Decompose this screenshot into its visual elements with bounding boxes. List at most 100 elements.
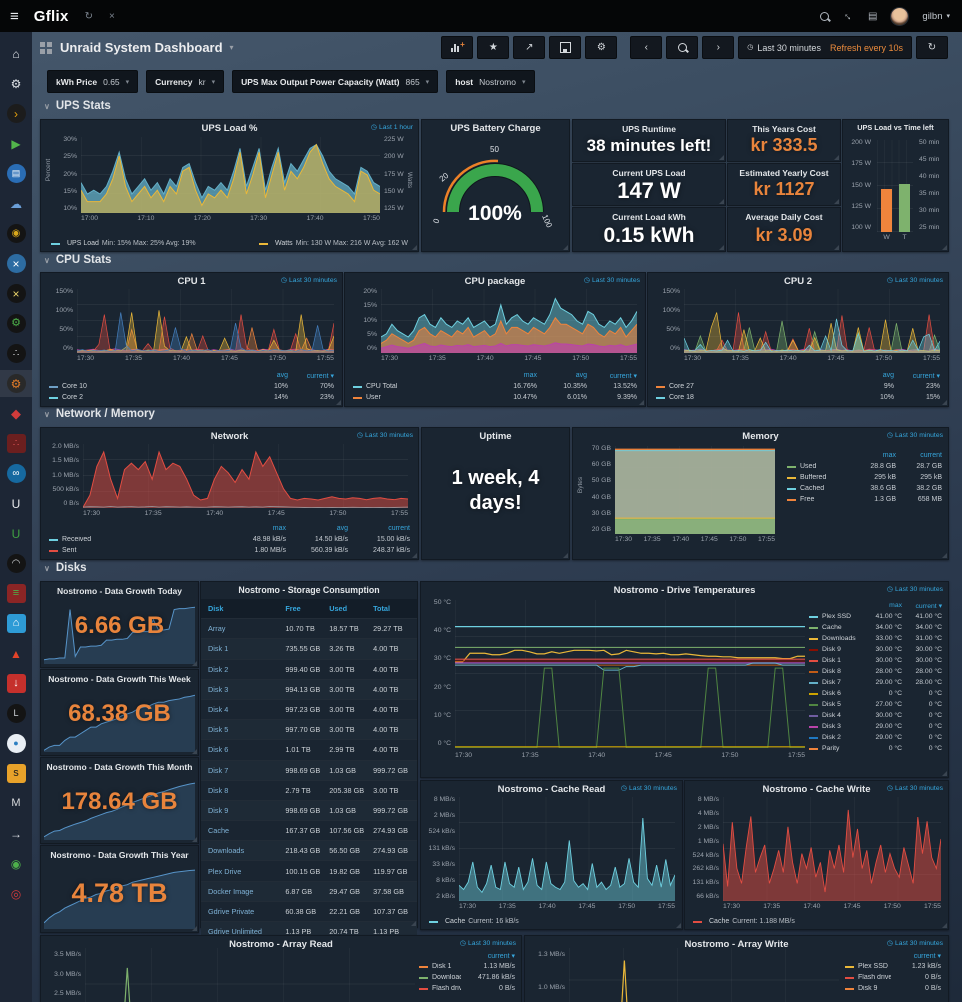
variable-ups-capacity[interactable]: UPS Max Output Power Capacity (Watt)865▾	[232, 70, 438, 93]
user-avatar[interactable]	[891, 8, 908, 25]
legend[interactable]: maxcurrent ▾Plex SSD41.00 °C41.00 °CCach…	[809, 600, 942, 754]
legend[interactable]: current ▾Plex SSD1.23 kB/sFlash drive0 B…	[845, 950, 941, 994]
panel-time-range[interactable]: ◷Last 30 minutes	[460, 940, 516, 947]
panels-icon[interactable]: ▤	[868, 11, 877, 22]
star-button[interactable]: ★	[477, 36, 509, 59]
panel-time-range[interactable]: ◷Last 30 minutes	[887, 277, 943, 284]
app-blue-icon[interactable]: ▤	[7, 164, 26, 183]
save-button[interactable]	[549, 36, 581, 59]
legend[interactable]: CacheCurrent: 1.188 MB/s	[693, 918, 795, 925]
panel-title[interactable]: UPS Runtime	[573, 124, 725, 134]
panel-title[interactable]: Uptime	[422, 431, 569, 442]
chart-cache-read[interactable]	[459, 797, 675, 901]
variable-currency[interactable]: Currencykr▾	[146, 70, 224, 93]
row-network-memory[interactable]: ∨Network / Memory	[44, 408, 155, 420]
legend[interactable]: UPS LoadMin: 15% Max: 25% Avg: 19%WattsM…	[51, 240, 408, 247]
panel-time-range[interactable]: ◷Last 30 minutes	[887, 586, 943, 593]
downloader-icon[interactable]: ↓	[7, 674, 26, 693]
heimdall-icon[interactable]: ⌂	[7, 614, 26, 633]
time-back-button[interactable]: ‹	[630, 36, 662, 59]
logout-icon[interactable]: →	[7, 824, 26, 843]
chart-drive-temps[interactable]	[455, 600, 805, 748]
shield-icon[interactable]: ◆	[7, 404, 26, 423]
cloud-icon[interactable]: ☁	[7, 194, 26, 213]
app-drop-icon[interactable]: ●	[7, 734, 26, 753]
chart-array-read[interactable]	[85, 948, 415, 1002]
settings-button[interactable]: ⚙	[585, 36, 617, 59]
chart-array-write[interactable]	[569, 948, 839, 1002]
legend[interactable]: avgcurrent ▾Core 279%23%Core 1810%15%	[656, 370, 940, 403]
refresh-button[interactable]: ↻	[916, 36, 948, 59]
row-ups-stats[interactable]: ∨UPS Stats	[44, 100, 111, 112]
home-icon[interactable]: ⌂	[7, 44, 26, 63]
chart-memory[interactable]	[615, 446, 775, 534]
panel-title[interactable]: This Years Cost	[728, 124, 840, 134]
panel-title[interactable]: Estimated Yearly Cost	[728, 168, 840, 178]
legend[interactable]: current ▾Disk 11.13 MB/sDownloads471.86 …	[419, 950, 515, 994]
chart-cpu1[interactable]	[77, 289, 334, 353]
chart-cpu2[interactable]	[684, 289, 940, 353]
chart-ups-load[interactable]	[81, 137, 380, 213]
variable-host[interactable]: hostNostromo▾	[446, 70, 534, 93]
app-hat-icon[interactable]: ◠	[7, 554, 26, 573]
panel-time-range[interactable]: ◷Last 30 minutes	[357, 432, 413, 439]
cluster-icon[interactable]: ∴	[7, 434, 26, 453]
panel-title[interactable]: Current UPS Load	[573, 168, 725, 178]
legend[interactable]: CacheCurrent: 16 kB/s	[429, 918, 519, 925]
search-app-icon[interactable]: ◉	[7, 224, 26, 243]
refresh-tab-icon[interactable]: ↻	[85, 11, 93, 22]
variable-kwh-price[interactable]: kWh Price0.65▾	[47, 70, 138, 93]
jackett-icon[interactable]: M	[7, 794, 26, 813]
plex-icon[interactable]: ›	[7, 104, 26, 123]
gitlab-icon[interactable]: ▲	[7, 644, 26, 663]
legend[interactable]: maxavgcurrent ▾CPU Total16.76%10.35%13.5…	[353, 370, 637, 403]
row-cpu-stats[interactable]: ∨CPU Stats	[44, 254, 111, 266]
title-caret-icon[interactable]: ▾	[230, 43, 234, 52]
lazylibrarian-icon[interactable]: L	[7, 704, 26, 723]
github-icon[interactable]: ◉	[7, 854, 26, 873]
panel-title[interactable]: Nostromo - Data Growth This Year	[41, 850, 198, 860]
app-gear-green-icon[interactable]: ⚙	[7, 314, 26, 333]
panel-time-range[interactable]: ◷Last 30 minutes	[584, 277, 640, 284]
add-panel-button[interactable]: +	[441, 36, 473, 59]
dashboard-title[interactable]: Unraid System Dashboard	[60, 40, 223, 55]
app-x-dark-icon[interactable]: ×	[7, 284, 26, 303]
panel-time-range[interactable]: ◷Last 30 minutes	[281, 277, 337, 284]
dashboard-grid-icon[interactable]	[40, 42, 45, 47]
legend[interactable]: maxcurrentUsed28.8 GB28.7 GBBuffered295 …	[787, 450, 942, 505]
time-forward-button[interactable]: ›	[702, 36, 734, 59]
panel-title[interactable]: Current Load kWh	[573, 212, 725, 222]
connections-icon[interactable]: ∴	[7, 344, 26, 363]
panel-title[interactable]: UPS Load %	[41, 123, 418, 134]
panel-title[interactable]: UPS Load vs Time left	[843, 123, 948, 132]
app-dots-icon[interactable]: ∞	[7, 464, 26, 483]
settings-icon[interactable]: ⚙	[7, 74, 26, 93]
user-menu[interactable]: gilbn▾	[922, 11, 950, 22]
fullscreen-icon[interactable]: ↔	[840, 8, 856, 24]
row-disks[interactable]: ∨Disks	[44, 562, 87, 574]
app-logo[interactable]: Gflix	[34, 8, 69, 25]
panel-title[interactable]: Nostromo - Data Growth This Week	[41, 674, 198, 684]
close-tab-icon[interactable]: ×	[109, 11, 115, 22]
chart-cache-write[interactable]	[723, 797, 941, 901]
unraid-icon[interactable]: U	[7, 494, 26, 513]
app-status-icon[interactable]: ≡	[7, 584, 26, 603]
panel-title[interactable]: Average Daily Cost	[728, 212, 840, 222]
unraid-settings-icon[interactable]: ⚙	[7, 374, 26, 393]
time-range-picker[interactable]: ◷ Last 30 minutes Refresh every 10s	[738, 36, 912, 59]
sabnzbd-icon[interactable]: s	[7, 764, 26, 783]
organizr-icon[interactable]: ◎	[7, 884, 26, 903]
emby-icon[interactable]: ▶	[7, 134, 26, 153]
app-x-blue-icon[interactable]: ×	[7, 254, 26, 273]
panel-time-range[interactable]: ◷Last 1 hour	[371, 124, 413, 131]
legend[interactable]: maxavgcurrentReceived48.98 kB/s14.50 kB/…	[49, 523, 410, 556]
hamburger-menu-icon[interactable]: ≡	[10, 8, 19, 25]
panel-time-range[interactable]: ◷Last 30 minutes	[621, 785, 677, 792]
panel-title[interactable]: Nostromo - Drive Temperatures	[421, 585, 948, 596]
chart-cpu-package[interactable]	[381, 289, 637, 353]
chart-network[interactable]	[83, 444, 408, 508]
panel-time-range[interactable]: ◷Last 30 minutes	[887, 940, 943, 947]
share-button[interactable]: ↗	[513, 36, 545, 59]
legend[interactable]: avgcurrent ▾Core 1010%70%Core 214%23%	[49, 370, 334, 403]
panel-title[interactable]: Nostromo - Storage Consumption	[201, 585, 417, 595]
